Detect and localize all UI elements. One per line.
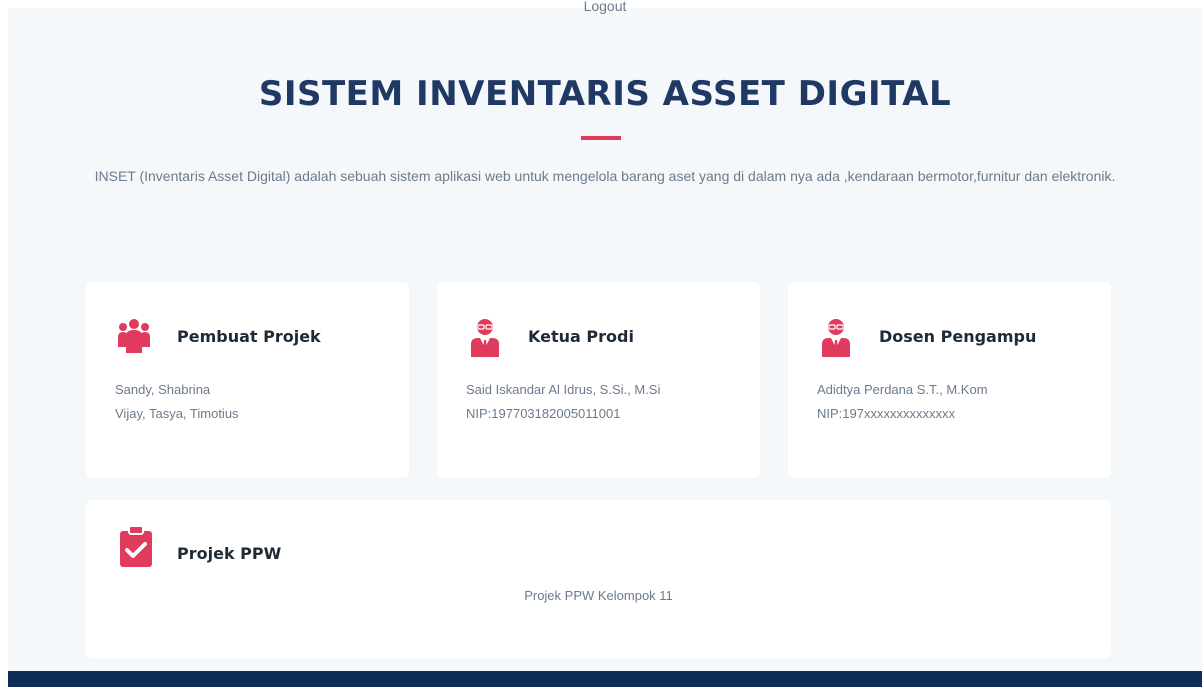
person-tie-icon [467,317,503,357]
footer-bar [8,671,1202,687]
clipboard-check-icon [118,525,154,567]
card-title: Dosen Pengampu [879,327,1037,346]
card-ketua-prodi: Ketua Prodi Said Iskandar Al Idrus, S.Si… [437,282,760,478]
title-underline [581,136,621,140]
card-line: Adidtya Perdana S.T., M.Kom [817,382,988,397]
card-line: NIP:197xxxxxxxxxxxxxx [817,406,955,421]
card-line: NIP:197703182005011001 [466,406,621,421]
person-tie-icon [818,317,854,357]
project-text: Projek PPW Kelompok 11 [524,588,673,603]
cropped-header-text: Logout [583,0,627,14]
card-line: Sandy, Shabrina [115,382,211,397]
card-dosen-pengampu: Dosen Pengampu Adidtya Perdana S.T., M.K… [788,282,1111,478]
page-description: INSET (Inventaris Asset Digital) adalah … [94,168,1116,184]
card-title: Pembuat Projek [177,327,321,346]
card-body: Said Iskandar Al Idrus, S.Si., M.Si NIP:… [466,378,660,426]
card-body: Sandy, Shabrina Vijay, Tasya, Timotius [115,378,239,426]
card-line: Said Iskandar Al Idrus, S.Si., M.Si [466,382,661,397]
card-line: Vijay, Tasya, Timotius [115,406,239,421]
page-title: SISTEM INVENTARIS ASSET DIGITAL [258,74,952,114]
card-pembuat-projek: Pembuat Projek Sandy, Shabrina Vijay, Ta… [86,282,409,478]
card-body: Adidtya Perdana S.T., M.Kom NIP:197xxxxx… [817,378,988,426]
card-title: Projek PPW [177,544,282,563]
card-projek-ppw: Projek PPW Projek PPW Kelompok 11 [86,500,1111,658]
group-icon [116,317,152,357]
about-section: Logout SISTEM INVENTARIS ASSET DIGITAL I… [8,0,1202,671]
card-title: Ketua Prodi [528,327,634,346]
